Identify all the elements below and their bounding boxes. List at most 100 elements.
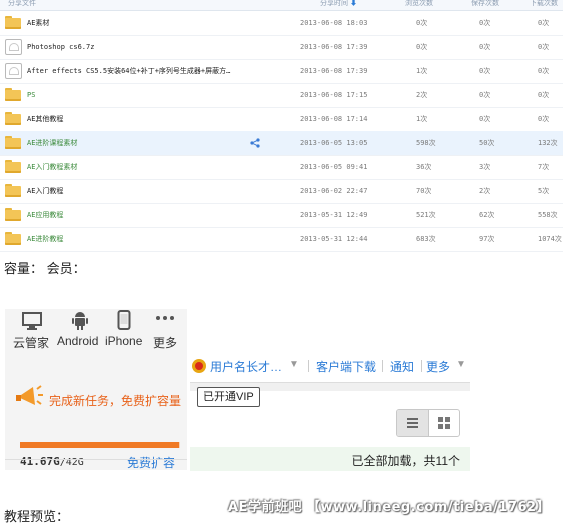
table-row[interactable]: AE进阶课程素材 2013-06-05 13:05 598次 50次 132次 (0, 131, 563, 156)
save-count: 0次 (479, 115, 491, 123)
notify-link[interactable]: 通知 (390, 358, 414, 375)
grid-view-button[interactable] (428, 410, 459, 436)
save-count: 0次 (479, 19, 491, 27)
header-views[interactable]: 浏览次数 (405, 0, 433, 8)
share-date: 2013-06-02 22:47 (300, 187, 368, 195)
vip-tooltip: 已开通VIP (197, 387, 260, 407)
client-download-link[interactable]: 客户端下载 (316, 358, 376, 375)
share-date: 2013-06-05 09:41 (300, 163, 368, 171)
file-name[interactable]: AE素材 (27, 11, 49, 35)
sort-down-icon: ⬇ (349, 0, 357, 7)
share-date: 2013-06-08 17:39 (300, 43, 368, 51)
save-count: 2次 (479, 187, 491, 195)
share-icon[interactable] (250, 138, 260, 148)
view-count: 0次 (416, 43, 428, 51)
share-date: 2013-06-08 17:14 (300, 115, 368, 123)
save-count: 3次 (479, 163, 491, 171)
file-name[interactable]: PS (27, 83, 35, 107)
device-label: 云管家 (13, 336, 50, 350)
device-label: iPhone (105, 334, 143, 348)
share-date: 2013-05-31 12:49 (300, 211, 368, 219)
file-name[interactable]: AE其他教程 (27, 107, 63, 131)
table-row[interactable]: AE进阶教程 2013-05-31 12:44 683次 97次 1074次 (0, 227, 563, 252)
more-icon (156, 316, 174, 320)
folder-icon (5, 88, 21, 101)
download-count: 558次 (538, 211, 558, 219)
header-name[interactable]: 分享文件 (8, 0, 36, 8)
folder-icon (5, 184, 21, 197)
file-name[interactable]: After effects CS5.5安装64位+补丁+序列号生成器+屏蔽方… (27, 59, 230, 83)
view-count: 598次 (416, 139, 436, 147)
table-row[interactable]: PS 2013-06-08 17:15 2次 0次 0次 (0, 83, 563, 108)
share-date: 2013-06-08 18:03 (300, 19, 368, 27)
download-count: 0次 (538, 43, 550, 51)
download-count: 7次 (538, 163, 550, 171)
download-count: 1074次 (538, 235, 562, 243)
device-label: 更多 (153, 336, 178, 350)
table-row[interactable]: After effects CS5.5安装64位+补丁+序列号生成器+屏蔽方… 2… (0, 59, 563, 84)
loaded-count-text: 已全部加载，共11个 (351, 454, 460, 468)
download-count: 0次 (538, 91, 550, 99)
view-count: 70次 (416, 187, 432, 195)
download-count: 5次 (538, 187, 550, 195)
file-icon (5, 63, 22, 79)
header-downloads[interactable]: 下载次数 (530, 0, 558, 8)
monitor-icon (22, 312, 42, 330)
download-count: 0次 (538, 115, 550, 123)
capacity-line: 容量： 会员： (4, 261, 86, 276)
header-share-time[interactable]: 分享时间 ⬇ (320, 0, 357, 8)
view-count: 1次 (416, 67, 428, 75)
folder-icon (5, 136, 21, 149)
file-name[interactable]: AE进阶教程 (27, 227, 63, 251)
table-row[interactable]: AE其他教程 2013-06-08 17:14 1次 0次 0次 (0, 107, 563, 132)
username-menu[interactable]: 用户名长才… (210, 358, 282, 375)
view-count: 683次 (416, 235, 436, 243)
save-count: 62次 (479, 211, 495, 219)
table-row[interactable]: AE应用教程 2013-05-31 12:49 521次 62次 558次 (0, 203, 563, 228)
folder-icon (5, 160, 21, 173)
header-saves[interactable]: 保存次数 (471, 0, 499, 8)
folder-icon (5, 208, 21, 221)
panel-divider (5, 459, 187, 460)
save-count: 97次 (479, 235, 495, 243)
chevron-down-icon[interactable]: ▼ (289, 359, 299, 370)
account-top-bar: 用户名长才… ▼ 客户端下载 通知 更多 ▼ (190, 355, 475, 377)
download-count: 132次 (538, 139, 558, 147)
view-count: 2次 (416, 91, 428, 99)
list-icon (407, 418, 418, 428)
iphone-icon (117, 310, 131, 330)
more-menu[interactable]: 更多 (426, 358, 450, 375)
table-row[interactable]: AE素材 2013-06-08 18:03 0次 0次 0次 (0, 11, 563, 36)
share-date: 2013-05-31 12:44 (300, 235, 368, 243)
megaphone-icon (16, 385, 43, 405)
view-count: 1次 (416, 115, 428, 123)
save-count: 0次 (479, 67, 491, 75)
file-list-header: 分享文件 分享时间 ⬇ 浏览次数 保存次数 下载次数 (0, 0, 563, 11)
chevron-down-icon[interactable]: ▼ (456, 359, 466, 370)
file-name[interactable]: AE进阶课程素材 (27, 131, 77, 155)
view-count: 521次 (416, 211, 436, 219)
table-row[interactable]: Photoshop cs6.7z 2013-06-08 17:39 0次 0次 0次 (0, 35, 563, 60)
view-count: 36次 (416, 163, 432, 171)
android-icon (72, 312, 88, 330)
vip-badge-icon (192, 359, 206, 373)
table-row[interactable]: AE入门教程 2013-06-02 22:47 70次 2次 5次 (0, 179, 563, 204)
share-date: 2013-06-05 13:05 (300, 139, 368, 147)
save-count: 0次 (479, 91, 491, 99)
grid-icon (438, 417, 450, 429)
capacity-used: 41.67G/42G (20, 455, 84, 468)
file-name[interactable]: AE入门教程 (27, 179, 63, 203)
share-date: 2013-06-08 17:39 (300, 67, 368, 75)
load-status: 已全部加载，共11个 (190, 447, 470, 471)
watermark: AE学前班吧 【www.lineeg.com/tieba/1762】 (228, 500, 551, 515)
file-name[interactable]: Photoshop cs6.7z (27, 35, 94, 59)
table-row[interactable]: AE入门教程素材 2013-06-05 09:41 36次 3次 7次 (0, 155, 563, 180)
file-name[interactable]: AE应用教程 (27, 203, 63, 227)
file-name[interactable]: AE入门教程素材 (27, 155, 77, 179)
device-label: Android (57, 334, 99, 348)
download-count: 0次 (538, 19, 550, 27)
share-date: 2013-06-08 17:15 (300, 91, 368, 99)
list-view-button[interactable] (397, 410, 428, 436)
free-expand-link[interactable]: 免费扩容 (127, 454, 175, 471)
new-task-link[interactable]: 完成新任务，免费扩容量 (49, 392, 181, 409)
